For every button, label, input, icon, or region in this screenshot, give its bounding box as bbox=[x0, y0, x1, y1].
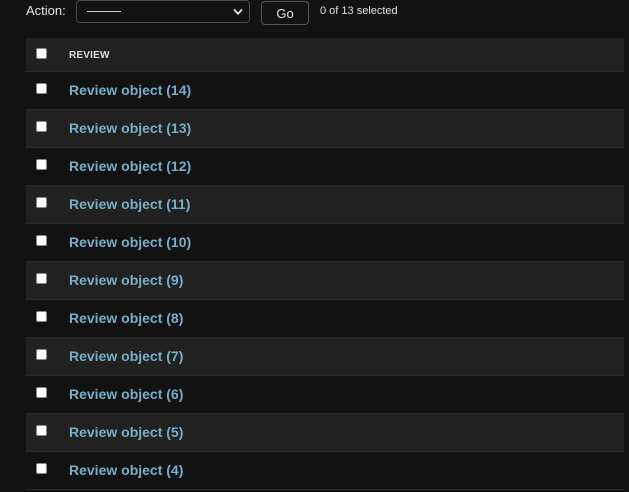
row-link[interactable]: Review object (8) bbox=[69, 310, 183, 326]
table-row: Review object (10) bbox=[26, 224, 624, 262]
select-all-checkbox[interactable] bbox=[36, 48, 47, 59]
row-checkbox[interactable] bbox=[36, 311, 47, 322]
table-row: Review object (14) bbox=[26, 72, 624, 110]
row-checkbox[interactable] bbox=[36, 83, 47, 94]
chevron-down-icon bbox=[233, 9, 243, 15]
table-header: REVIEW bbox=[26, 38, 624, 72]
row-link[interactable]: Review object (13) bbox=[69, 120, 191, 136]
row-link[interactable]: Review object (4) bbox=[69, 462, 183, 478]
row-link[interactable]: Review object (5) bbox=[69, 424, 183, 440]
row-checkbox[interactable] bbox=[36, 197, 47, 208]
action-select[interactable]: --------- bbox=[76, 0, 250, 23]
results-table: REVIEW Review object (14) Review object (… bbox=[26, 38, 624, 490]
row-link[interactable]: Review object (11) bbox=[69, 196, 190, 212]
table-body: Review object (14) Review object (13) Revi… bbox=[26, 72, 624, 490]
row-checkbox[interactable] bbox=[36, 273, 47, 284]
row-checkbox[interactable] bbox=[36, 349, 47, 360]
row-link[interactable]: Review object (12) bbox=[69, 158, 191, 174]
table-row: Review object (4) bbox=[26, 452, 624, 490]
actions-bar: Action: --------- Go 0 of 13 selected bbox=[0, 0, 629, 26]
table-row: Review object (8) bbox=[26, 300, 624, 338]
row-checkbox[interactable] bbox=[36, 121, 47, 132]
table-row: Review object (7) bbox=[26, 338, 624, 376]
column-header-review[interactable]: REVIEW bbox=[69, 50, 110, 61]
row-link[interactable]: Review object (14) bbox=[69, 82, 191, 98]
row-checkbox[interactable] bbox=[36, 387, 47, 398]
table-row: Review object (11) bbox=[26, 186, 624, 224]
table-row: Review object (6) bbox=[26, 376, 624, 414]
selection-counter: 0 of 13 selected bbox=[320, 5, 398, 17]
row-link[interactable]: Review object (6) bbox=[69, 386, 183, 402]
action-select-value: --------- bbox=[87, 11, 121, 12]
table-row: Review object (5) bbox=[26, 414, 624, 452]
row-checkbox[interactable] bbox=[36, 425, 47, 436]
row-link[interactable]: Review object (9) bbox=[69, 272, 183, 288]
table-row: Review object (12) bbox=[26, 148, 624, 186]
table-row: Review object (9) bbox=[26, 262, 624, 300]
action-label: Action: bbox=[26, 3, 66, 18]
row-link[interactable]: Review object (10) bbox=[69, 234, 191, 250]
go-button[interactable]: Go bbox=[261, 1, 309, 25]
table-row: Review object (13) bbox=[26, 110, 624, 148]
row-link[interactable]: Review object (7) bbox=[69, 348, 183, 364]
row-checkbox[interactable] bbox=[36, 159, 47, 170]
row-checkbox[interactable] bbox=[36, 235, 47, 246]
row-checkbox[interactable] bbox=[36, 463, 47, 474]
